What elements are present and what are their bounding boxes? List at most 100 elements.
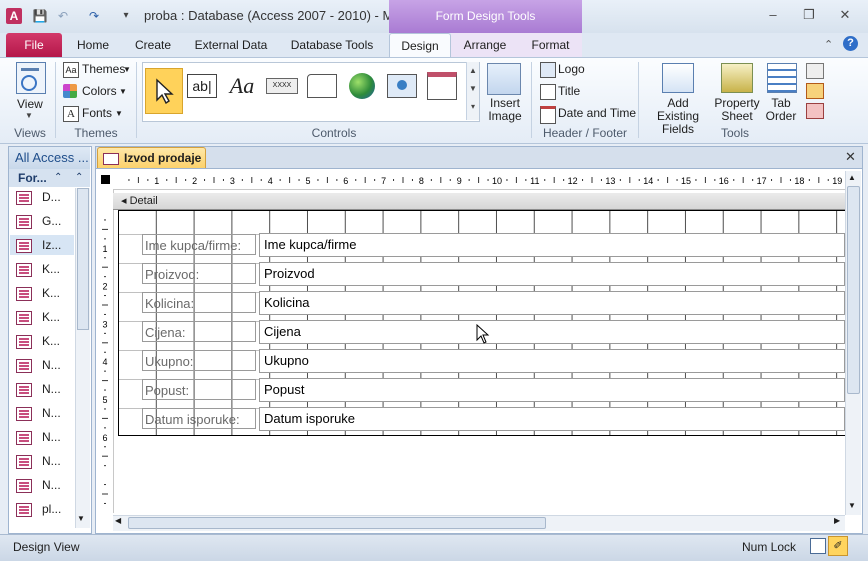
nav-item[interactable]: N...	[16, 355, 76, 375]
form-icon	[16, 214, 32, 229]
ruler-number: 1	[102, 244, 107, 254]
nav-pane-header[interactable]: All Access ...	[9, 147, 90, 169]
fonts-button[interactable]: Fonts	[82, 106, 112, 120]
close-document-icon[interactable]: ✕	[845, 149, 856, 165]
scroll-up-icon[interactable]: ▲	[848, 173, 856, 182]
textbox-control-icon[interactable]: ab|	[186, 66, 218, 106]
field-textbox[interactable]: Popust	[259, 378, 845, 402]
nav-item[interactable]: K...	[16, 283, 76, 303]
insert-image-button[interactable]: Insert Image	[488, 97, 522, 123]
title-button[interactable]: Title	[558, 84, 580, 98]
nav-item[interactable]: G...	[16, 211, 76, 231]
field-textbox[interactable]: Datum isporuke	[259, 407, 845, 431]
field-textbox[interactable]: Ime kupca/firme	[259, 233, 845, 257]
tab-design[interactable]: Design	[389, 33, 451, 58]
select-pointer-icon[interactable]	[145, 68, 183, 114]
logo-button[interactable]: Logo	[558, 62, 585, 76]
property-sheet-button[interactable]: Property Sheet	[713, 97, 761, 123]
customize-qat-icon[interactable]: ▾	[118, 8, 134, 24]
nav-item-label: N...	[42, 454, 61, 468]
themes-button[interactable]: Themes	[82, 62, 125, 76]
tab-order-button[interactable]: Tab Order	[764, 97, 798, 123]
form-view-icon[interactable]	[810, 538, 826, 554]
tab-external-data[interactable]: External Data	[188, 33, 274, 57]
tab-file[interactable]: File	[6, 33, 62, 57]
colors-button[interactable]: Colors	[82, 84, 117, 98]
undo-icon[interactable]: ↶	[55, 8, 71, 24]
close-icon[interactable]: ✕	[834, 6, 856, 24]
nav-item[interactable]: pl...	[16, 499, 76, 519]
add-existing-fields-icon[interactable]	[662, 63, 694, 93]
nav-item[interactable]: K...	[16, 307, 76, 327]
nav-scroll-down-icon[interactable]: ▼	[77, 514, 85, 523]
date-time-button[interactable]: Date and Time	[558, 106, 636, 120]
web-browser-control-icon[interactable]	[386, 66, 418, 106]
nav-item[interactable]: N...	[16, 427, 76, 447]
tab-database-tools[interactable]: Database Tools	[284, 33, 380, 57]
maximize-icon[interactable]: ❐	[798, 6, 820, 24]
nav-scroll-thumb[interactable]	[77, 188, 89, 330]
design-view-icon[interactable]: ✐	[828, 536, 848, 556]
vertical-scroll-thumb[interactable]	[847, 186, 860, 394]
scroll-left-icon[interactable]: ◀	[115, 516, 121, 525]
redo-icon[interactable]: ↷	[86, 8, 102, 24]
field-textbox[interactable]: Proizvod	[259, 262, 845, 286]
help-icon[interactable]: ?	[843, 36, 858, 51]
field-textbox[interactable]: Kolicina	[259, 291, 845, 315]
scroll-down-icon[interactable]: ▼	[848, 501, 856, 510]
ruler-tick	[102, 342, 108, 344]
button-control-icon[interactable]: XXXX	[266, 66, 298, 106]
nav-item[interactable]: N...	[16, 403, 76, 423]
field-textbox[interactable]: Ukupno	[259, 349, 845, 373]
nav-item[interactable]: K...	[16, 331, 76, 351]
ruler-tick	[374, 179, 376, 181]
scroll-right-icon[interactable]: ▶	[834, 516, 840, 525]
fonts-dropdown-icon[interactable]: ▼	[115, 109, 123, 118]
subform-icon[interactable]	[806, 63, 824, 79]
nav-item[interactable]: K...	[16, 259, 76, 279]
nav-item[interactable]: N...	[16, 379, 76, 399]
nav-item[interactable]: N...	[16, 451, 76, 471]
view-code-icon[interactable]	[806, 83, 824, 99]
collapse-ribbon-icon[interactable]: ⌃	[824, 38, 833, 51]
collapse-group-icon[interactable]: ⌃	[54, 172, 62, 183]
tab-arrange[interactable]: Arrange	[451, 33, 519, 57]
nav-item[interactable]: D...	[16, 187, 76, 207]
nav-item[interactable]: Iz...	[10, 235, 74, 255]
gallery-scroll-icon[interactable]: ▲ ▼ ▾	[466, 62, 479, 120]
themes-dropdown-icon[interactable]: ▼	[123, 65, 131, 74]
property-sheet-icon[interactable]	[721, 63, 753, 93]
tab-home[interactable]: Home	[68, 33, 118, 57]
nav-item[interactable]: N...	[16, 475, 76, 495]
field-label[interactable]: Popust:	[142, 379, 256, 400]
view-icon[interactable]	[16, 62, 46, 94]
ruler-tick	[563, 179, 565, 181]
hyperlink-control-icon[interactable]	[346, 66, 378, 106]
form-selector[interactable]	[101, 175, 110, 184]
view-dropdown-icon[interactable]: ▼	[25, 111, 33, 120]
detail-section-bar[interactable]: ◂ Detail	[113, 193, 845, 210]
colors-dropdown-icon[interactable]: ▼	[119, 87, 127, 96]
save-icon[interactable]: 💾	[32, 8, 48, 24]
access-logo-icon[interactable]: A	[6, 8, 22, 24]
field-textbox[interactable]: Cijena	[259, 320, 845, 344]
field-label[interactable]: Proizvod:	[142, 263, 256, 284]
view-button[interactable]: View	[17, 97, 43, 111]
label-control-icon[interactable]: Aa	[226, 66, 258, 106]
field-label[interactable]: Ime kupca/firme:	[142, 234, 256, 255]
tab-order-icon[interactable]	[767, 63, 797, 93]
field-label[interactable]: Ukupno:	[142, 350, 256, 371]
tab-control-icon[interactable]	[306, 66, 338, 106]
tab-format[interactable]: Format	[519, 33, 582, 57]
horizontal-scroll-thumb[interactable]	[128, 517, 546, 529]
navigation-control-icon[interactable]	[426, 66, 458, 106]
insert-image-icon[interactable]	[487, 63, 521, 95]
document-tab-izvod-prodaje[interactable]: Izvod prodaje	[97, 147, 206, 169]
field-label[interactable]: Datum isporuke:	[142, 408, 256, 429]
minimize-icon[interactable]: –	[762, 6, 784, 24]
tab-create[interactable]: Create	[126, 33, 180, 57]
field-label[interactable]: Kolicina:	[142, 292, 256, 313]
field-label[interactable]: Cijena:	[142, 321, 256, 342]
convert-macros-icon[interactable]	[806, 103, 824, 119]
chevron-up-icon[interactable]: ⌃	[75, 172, 83, 183]
